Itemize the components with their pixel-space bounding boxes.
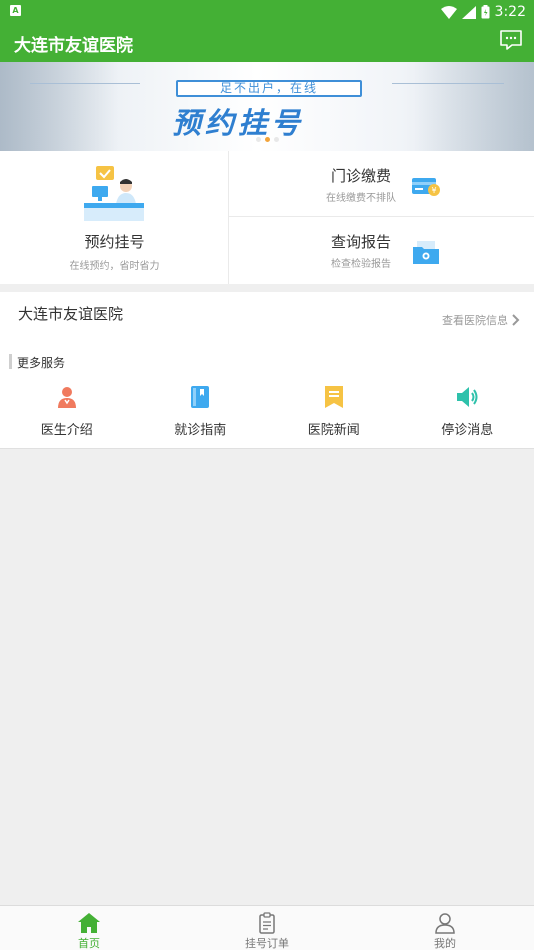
nav-home-label: 首页: [78, 937, 100, 950]
payment-subtitle: 在线缴费不排队: [326, 193, 396, 204]
clipboard-icon: [259, 912, 275, 934]
banner-main-text: 预约挂号: [172, 106, 305, 140]
appointment-subtitle: 在线预约，省时省力: [69, 261, 160, 272]
appointment-card[interactable]: 预约挂号 在线预约，省时省力: [0, 151, 229, 284]
nav-profile[interactable]: 我的: [356, 906, 534, 950]
report-card[interactable]: 查询报告 检查检验报告: [229, 217, 534, 284]
clock: 3:22: [494, 4, 526, 20]
payment-title: 门诊缴费: [330, 167, 391, 185]
book-icon: [191, 386, 210, 408]
doctor-icon: [57, 387, 76, 408]
banner-line: [392, 83, 504, 84]
payment-card-icon: ¥: [412, 178, 440, 196]
view-hospital-info-label: 查看医院信息: [442, 314, 508, 327]
bottom-navigation: 首页 挂号订单 我的: [0, 905, 534, 950]
appointment-illustration-icon: [84, 166, 144, 221]
speaker-icon: [457, 387, 478, 407]
signal-icon: [461, 5, 476, 19]
carousel-dot[interactable]: [255, 137, 261, 142]
report-folder-icon: [413, 241, 439, 264]
carousel-dot-active[interactable]: [264, 137, 270, 142]
service-label: 就诊指南: [174, 423, 227, 438]
service-visit-guide[interactable]: 就诊指南: [134, 385, 268, 445]
app-header: 大连市友谊医院: [0, 24, 534, 62]
battery-icon: [481, 5, 490, 19]
service-label: 停诊消息: [441, 423, 494, 438]
carousel-dots: [0, 137, 534, 142]
appointment-title: 预约挂号: [84, 233, 145, 251]
banner-carousel[interactable]: 足不出户，在线 预约挂号: [0, 62, 534, 151]
chevron-right-icon: [512, 314, 520, 326]
nav-profile-label: 我的: [434, 937, 456, 950]
report-title: 查询报告: [330, 233, 391, 251]
nav-orders-label: 挂号订单: [245, 937, 289, 950]
service-hospital-news[interactable]: 医院新闻: [267, 385, 401, 445]
services-row: 医生介绍 就诊指南 医院新闻 停诊消息: [0, 385, 534, 445]
banner-ribbon-text: 足不出户，在线: [176, 80, 362, 97]
home-icon: [78, 913, 100, 933]
wifi-icon: [440, 5, 457, 19]
app-notification-icon: A: [10, 5, 21, 16]
service-doctor-intro[interactable]: 医生介绍: [0, 385, 134, 445]
hospital-name: 大连市友谊医院: [18, 305, 124, 323]
report-subtitle: 检查检验报告: [331, 259, 391, 270]
service-suspension-notice[interactable]: 停诊消息: [401, 385, 534, 445]
hospital-section: 大连市友谊医院 查看医院信息 更多服务 医生介绍 就诊指南 医院新闻 停诊消息: [0, 292, 534, 448]
carousel-dot[interactable]: [273, 137, 279, 142]
banner-line: [30, 83, 140, 84]
nav-orders[interactable]: 挂号订单: [178, 906, 356, 950]
payment-card[interactable]: 门诊缴费 在线缴费不排队 ¥: [229, 151, 534, 217]
service-label: 医院新闻: [307, 423, 360, 438]
user-icon: [435, 913, 455, 934]
message-bubble-icon[interactable]: [499, 29, 523, 51]
view-hospital-info-link[interactable]: 查看医院信息: [442, 312, 520, 328]
section-indicator: [9, 354, 12, 369]
bookmark-icon: [324, 386, 343, 408]
page-title: 大连市友谊医院: [14, 36, 133, 56]
divider: [0, 448, 534, 449]
svg-text:¥: ¥: [431, 186, 436, 195]
service-label: 医生介绍: [40, 423, 93, 438]
status-icons: 3:22: [440, 2, 526, 22]
status-bar: A 3:22: [0, 0, 534, 24]
nav-home[interactable]: 首页: [0, 906, 178, 950]
main-services-grid: 预约挂号 在线预约，省时省力 门诊缴费 在线缴费不排队 ¥ 查询报告 检查检验报…: [0, 151, 534, 284]
more-services-title: 更多服务: [17, 356, 66, 370]
